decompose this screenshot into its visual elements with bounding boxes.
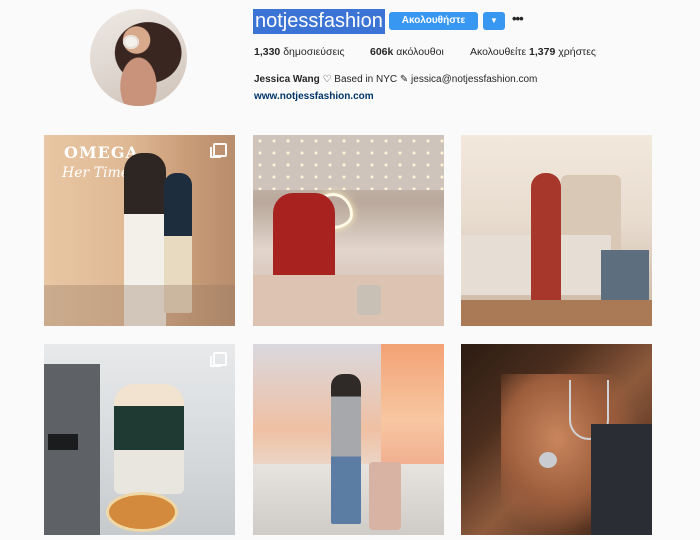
candle <box>357 285 381 315</box>
posts-stat: 1,330 δημοσιεύσεις <box>254 46 345 58</box>
following-label: χρήστες <box>558 46 596 58</box>
oven-display <box>48 434 78 450</box>
post-thumbnail[interactable] <box>44 344 235 535</box>
dress <box>591 424 652 535</box>
rose-detail <box>123 35 139 49</box>
profile-username: notjessfashion <box>253 9 385 34</box>
nightstand <box>601 250 649 305</box>
following-prefix: Ακολουθείτε <box>470 46 527 58</box>
more-options-icon[interactable]: ••• <box>512 11 524 26</box>
bio-text: ♡ Based in NYC ✎ jessica@notjessfashion.… <box>322 74 538 85</box>
floor <box>44 285 235 326</box>
follow-button[interactable]: Ακολουθήστε <box>389 12 478 30</box>
profile-bio: Jessica Wang ♡ Based in NYC ✎ jessica@no… <box>254 74 537 85</box>
post-thumbnail[interactable] <box>253 344 444 535</box>
followers-count: 606k <box>370 46 394 58</box>
string-lights <box>253 135 444 190</box>
chevron-down-icon: ▼ <box>490 16 498 25</box>
suggestions-dropdown-button[interactable]: ▼ <box>483 12 505 30</box>
full-name: Jessica Wang <box>254 74 320 85</box>
followers-label: ακόλουθοι <box>396 46 444 58</box>
model-figure <box>331 374 361 524</box>
model-figure <box>114 384 184 494</box>
post-thumbnail[interactable] <box>461 344 652 535</box>
posts-count: 1,330 <box>254 46 281 58</box>
post-overlay-subtitle: Her Time <box>62 165 130 181</box>
posts-label: δημοσιεύσεις <box>283 46 345 58</box>
profile-website-link[interactable]: www.notjessfashion.com <box>254 91 374 102</box>
profile-avatar[interactable] <box>90 9 187 106</box>
following-stat[interactable]: Ακολουθείτε 1,379 χρήστες <box>470 46 596 58</box>
bed <box>253 275 444 326</box>
multiple-photos-icon <box>210 352 227 367</box>
following-count: 1,379 <box>529 46 556 58</box>
watch <box>539 452 557 468</box>
post-thumbnail[interactable]: OMEGA Her Time <box>44 135 235 326</box>
suitcase <box>369 462 401 530</box>
post-thumbnail[interactable] <box>253 135 444 326</box>
floor <box>461 300 652 326</box>
post-thumbnail[interactable] <box>461 135 652 326</box>
pizza <box>106 492 178 532</box>
multiple-photos-icon <box>210 143 227 158</box>
followers-stat[interactable]: 606k ακόλουθοι <box>370 46 444 58</box>
